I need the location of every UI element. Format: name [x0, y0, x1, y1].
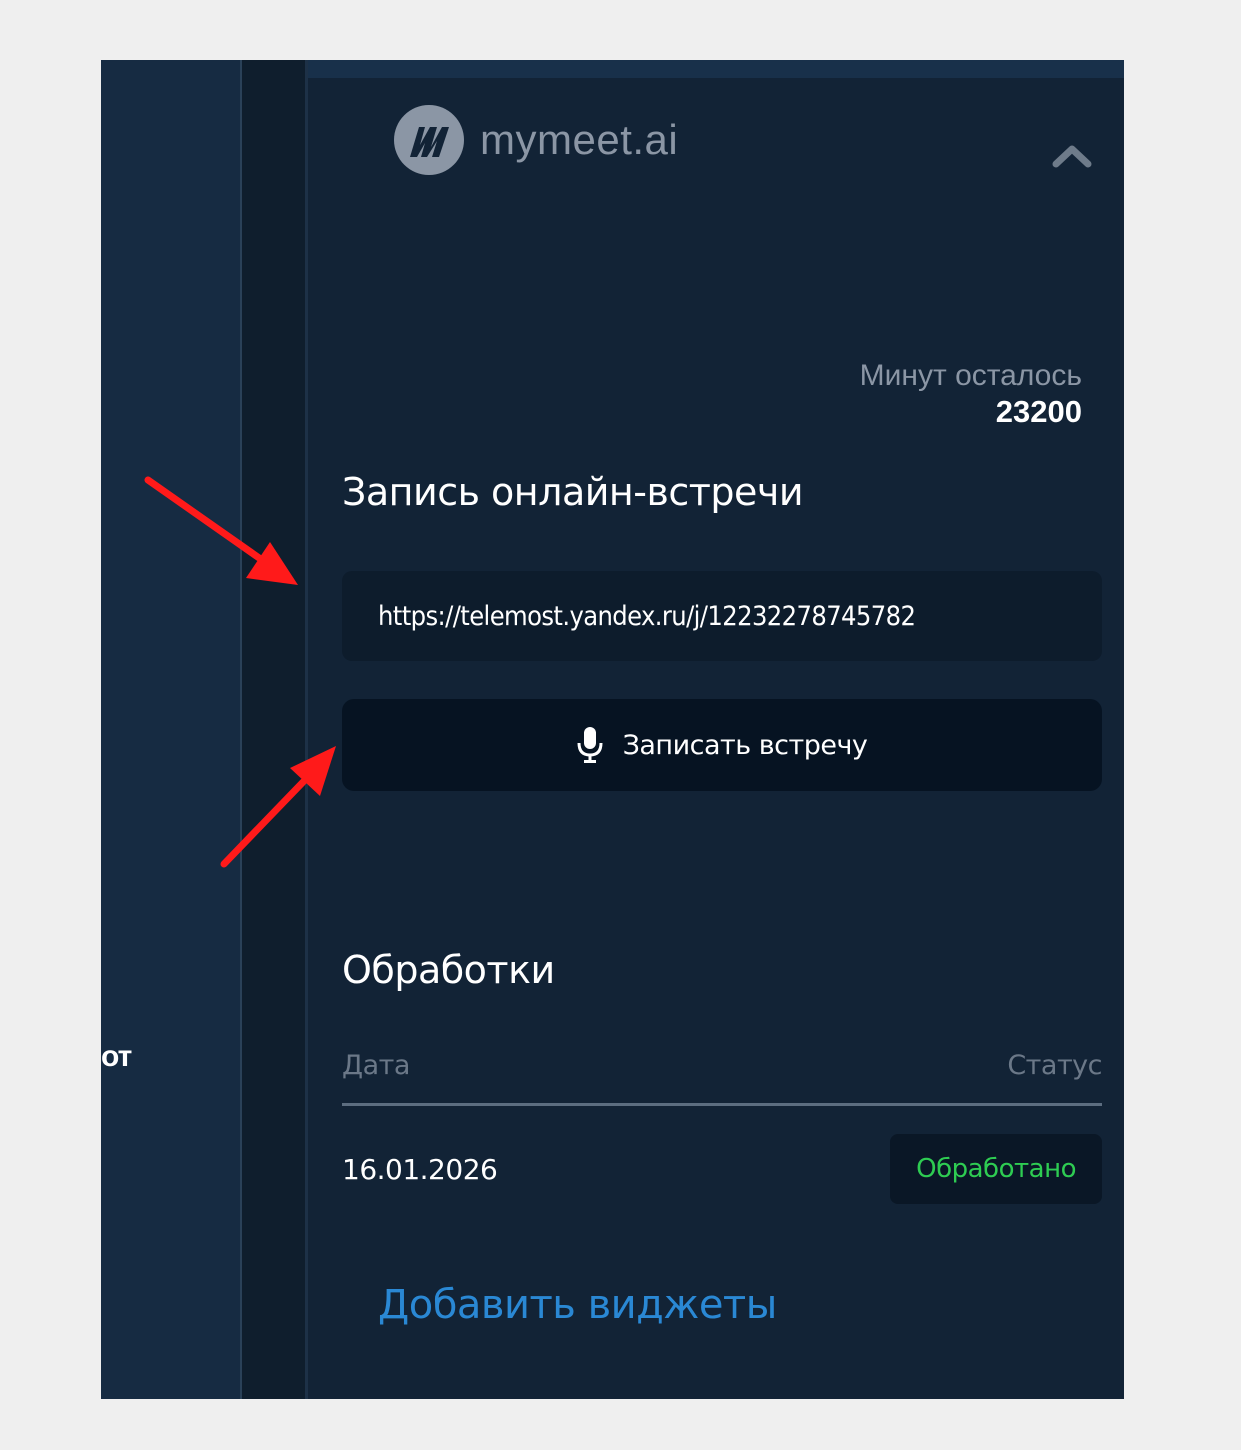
chevron-up-icon — [1052, 145, 1092, 168]
table-header: Дата Статус — [342, 1050, 1102, 1106]
row-date: 16.01.2026 — [342, 1152, 498, 1186]
panel-topbar — [308, 60, 1124, 78]
left-pane: от — [101, 60, 242, 1399]
minutes-remaining: Минут осталось 23200 — [860, 358, 1082, 430]
panel-divider — [242, 60, 305, 1399]
minutes-remaining-value: 23200 — [995, 394, 1082, 429]
app-window: от mymeet.ai Минут осталось 23200 Запись… — [101, 60, 1124, 1399]
add-widgets-link[interactable]: Добавить виджеты — [378, 1282, 777, 1328]
table-row[interactable]: 16.01.2026 Обработано — [342, 1134, 1102, 1204]
left-pane-partial-text: от — [101, 1040, 132, 1073]
record-meeting-button-label: Записать встречу — [622, 729, 868, 761]
collapse-button[interactable] — [1050, 138, 1094, 172]
processing-section-title: Обработки — [342, 948, 555, 992]
column-header-date: Дата — [342, 1050, 410, 1081]
recording-section-title: Запись онлайн-встречи — [342, 470, 804, 514]
processing-table: Дата Статус 16.01.2026 Обработано — [342, 1050, 1102, 1204]
status-badge: Обработано — [890, 1134, 1102, 1204]
mymeet-logo: mymeet.ai — [394, 105, 678, 175]
logo-text: mymeet.ai — [480, 116, 679, 163]
microphone-icon — [577, 726, 603, 764]
mymeet-logo-icon — [394, 105, 464, 175]
mymeet-widget-panel: mymeet.ai Минут осталось 23200 Запись он… — [305, 60, 1124, 1399]
record-meeting-button[interactable]: Записать встречу — [342, 699, 1102, 791]
meeting-url-input[interactable] — [342, 571, 1102, 661]
minutes-remaining-label: Минут осталось — [859, 359, 1082, 392]
column-header-status: Статус — [1007, 1050, 1102, 1081]
